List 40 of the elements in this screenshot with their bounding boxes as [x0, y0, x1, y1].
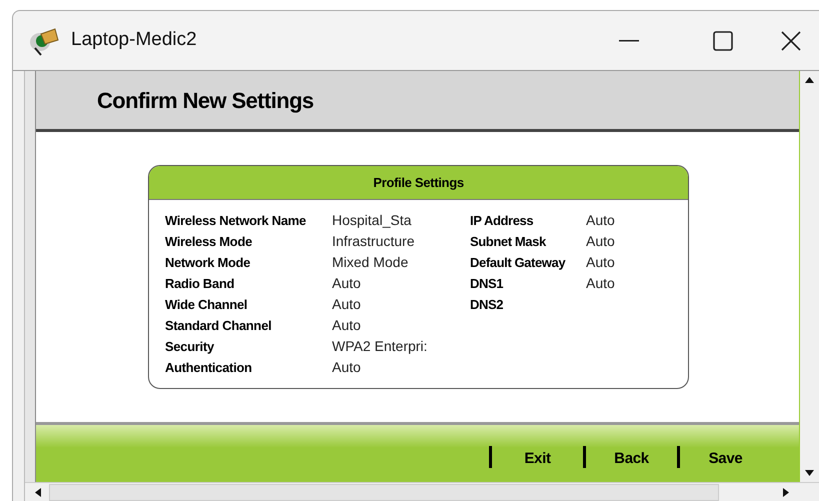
app-logo-icon: [27, 26, 61, 56]
card-title: Profile Settings: [373, 174, 464, 192]
maximize-icon: [713, 30, 733, 50]
setting-label: Security: [165, 338, 215, 356]
setting-label: IP Address: [470, 212, 534, 230]
setting-label: Radio Band: [165, 274, 236, 293]
scroll-down-icon[interactable]: [805, 470, 814, 476]
setting-label: Wireless Network Name: [165, 212, 307, 230]
scroll-right-icon[interactable]: [783, 488, 789, 496]
setting-value: Auto: [586, 232, 615, 251]
setting-label: Authentication: [165, 358, 253, 377]
footer-button[interactable]: Back: [586, 444, 677, 470]
window-title: Laptop-Medic2: [71, 28, 197, 52]
setting-value: Mixed Mode: [332, 253, 408, 272]
scroll-up-icon[interactable]: [805, 77, 814, 83]
minimize-icon: [619, 40, 639, 42]
close-icon: [781, 30, 801, 50]
setting-value: Infrastructure: [332, 232, 414, 251]
setting-label: DNS2: [470, 296, 504, 314]
setting-value: Auto: [332, 274, 361, 293]
setting-value: Auto: [332, 295, 361, 314]
setting-value: Auto: [332, 316, 361, 335]
setting-label: Wireless Mode: [165, 232, 254, 251]
horizontal-scrollbar[interactable]: [25, 482, 819, 501]
setting-label: Network Mode: [165, 254, 252, 272]
setting-value: Auto: [586, 211, 615, 230]
setting-label: Wide Channel: [165, 296, 248, 314]
setting-label: Default Gateway: [470, 254, 566, 272]
setting-value: Hospital_Sta: [332, 211, 412, 230]
scroll-left-icon[interactable]: [35, 488, 41, 496]
setting-value: Auto: [332, 358, 361, 377]
footer-button[interactable]: Exit: [492, 444, 583, 470]
setting-value: Auto: [586, 274, 615, 293]
setting-value: WPA2 Enterpri:: [332, 337, 428, 356]
setting-label: DNS1: [470, 274, 504, 293]
setting-label: Standard Channel: [165, 316, 272, 335]
setting-label: Subnet Mask: [470, 232, 548, 251]
footer-button[interactable]: Save: [680, 444, 771, 470]
setting-value: Auto: [586, 253, 615, 272]
page-title: Confirm New Settings: [97, 86, 314, 115]
